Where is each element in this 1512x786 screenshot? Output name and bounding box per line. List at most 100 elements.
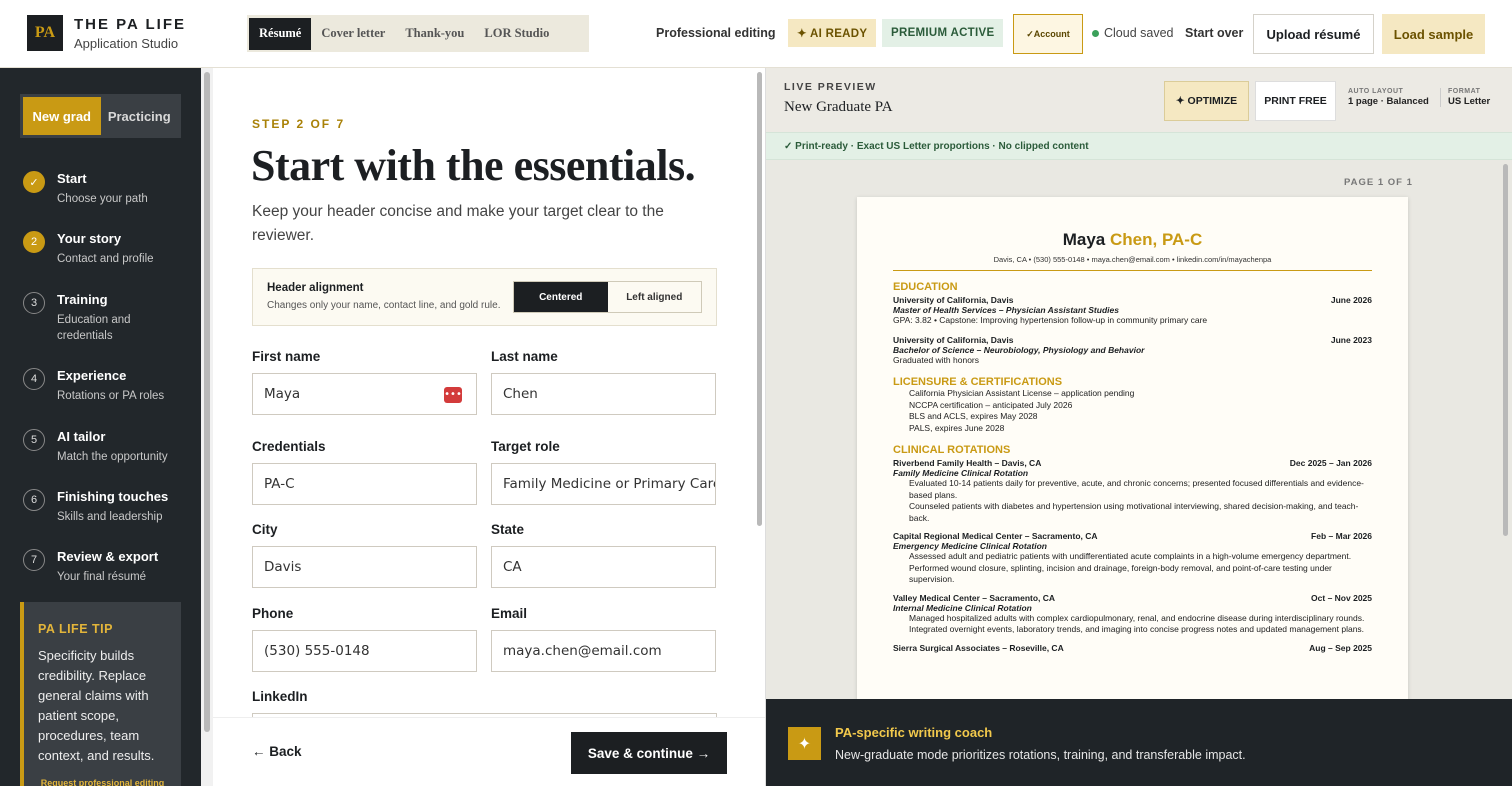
resume-degree: Bachelor of Science – Neurobiology, Phys… [893,344,1145,355]
state-label: State [491,522,525,537]
list-item: Evaluated 10-14 patients daily for preve… [909,478,1364,500]
upload-resume-button[interactable]: Upload résumé [1253,14,1374,54]
professional-editing-link[interactable]: Professional editing [656,14,775,52]
form-panel: STEP 2 OF 7 Start with the essentials. K… [213,68,765,786]
premium-active-badge: PREMIUM ACTIVE [882,19,1004,47]
form-scrollbar[interactable] [756,68,765,717]
mode-toggle: New grad Practicing [20,94,181,138]
request-editing-link[interactable]: Request professional editing [38,778,167,786]
print-free-button[interactable]: PRINT FREE [1255,81,1336,121]
document-tabs: Résumé Cover letter Thank-you LOR Studio [247,15,589,52]
list-item: Performed wound closure, splinting, inci… [909,562,1332,585]
top-bar: PA THE PA LIFE Application Studio Résumé… [0,0,1512,68]
header-alignment-card: Header alignment Changes only your name,… [252,268,717,326]
preview-label: LIVE PREVIEW [784,81,877,93]
brand-title: THE PA LIFE [74,16,186,33]
account-button[interactable]: ✓Account [1013,14,1083,54]
page-title: Start with the essentials. [251,141,696,190]
auto-layout-info: AUTO LAYOUT 1 page · Balanced [1348,88,1429,107]
tab-thank-you[interactable]: Thank-you [395,18,474,50]
check-icon: ✓ [23,171,45,193]
credentials-input[interactable]: PA-C [252,463,477,505]
credentials-label: Credentials [252,439,326,454]
list-item: NCCPA certification – anticipated July 2… [909,399,1073,410]
scrollbar-thumb[interactable] [1503,164,1508,536]
optimize-button[interactable]: ✦ OPTIMIZE [1164,81,1249,121]
step-subtitle: Contact and profile [57,253,154,265]
alignment-toggle: Centered Left aligned [513,281,702,313]
first-name-value: Maya [264,386,301,402]
last-name-label: Last name [491,349,558,364]
resume-section-heading: CLINICAL ROTATIONS [893,444,1011,456]
rotation-entry: Capital Regional Medical Center – Sacram… [893,531,1372,541]
intro-text: Keep your header concise and make your t… [252,203,664,244]
live-preview-panel: LIVE PREVIEW New Graduate PA ✦ OPTIMIZE … [765,68,1512,786]
step-indicator: STEP 2 OF 7 [252,117,346,131]
scrollbar-thumb[interactable] [204,72,210,732]
tab-cover-letter[interactable]: Cover letter [311,18,395,50]
city-label: City [252,522,278,537]
last-name-input[interactable]: Chen [491,373,716,415]
logo: PA [27,15,63,51]
resume-section-heading: LICENSURE & CERTIFICATIONS [893,376,1063,388]
phone-input[interactable]: (530) 555-0148 [252,630,477,672]
city-input[interactable]: Davis [252,546,477,588]
list-item: California Physician Assistant License –… [909,388,1135,398]
first-name-input[interactable]: Maya ••• [252,373,477,415]
state-input[interactable]: CA [491,546,716,588]
pa-life-tip: PA LIFE TIP Specificity builds credibili… [20,602,181,786]
step-title: Your story [57,231,122,246]
cloud-status-dot-icon [1092,30,1099,37]
align-left-button[interactable]: Left aligned [608,282,702,312]
resume-entry: University of California, Davis June 2023 [893,334,1372,345]
rotation-title: Internal Medicine Clinical Rotation [893,602,1032,613]
step-number: 5 [23,429,45,451]
step-subtitle: Choose your path [57,193,148,205]
back-button[interactable]: ← Back [252,744,302,759]
step-number: 6 [23,489,45,511]
step-subtitle: Match the opportunity [57,451,168,463]
resume-note: Graduated with honors [893,354,979,365]
start-over-button[interactable]: Start over [1185,14,1243,52]
rotation-entry: Sierra Surgical Associates – Roseville, … [893,642,1372,653]
list-item: Assessed adult and pediatric patients wi… [909,551,1352,561]
tab-lor-studio[interactable]: LOR Studio [474,18,559,50]
step-title: Start [57,171,87,186]
alignment-title: Header alignment [267,282,364,294]
step-number: 2 [23,231,45,253]
step-subtitle: Skills and leadership [57,511,163,523]
align-centered-button[interactable]: Centered [514,282,608,312]
sparkle-icon: ✦ [788,727,821,760]
autofill-icon[interactable]: ••• [444,387,462,403]
linkedin-label: LinkedIn [252,689,308,704]
email-input[interactable]: maya.chen@email.com [491,630,716,672]
preview-title: New Graduate PA [784,99,893,115]
mode-new-grad[interactable]: New grad [23,97,101,135]
sidebar-scrollbar[interactable] [201,68,213,786]
preview-scrollbar[interactable] [1502,160,1512,699]
cloud-saved-status: Cloud saved [1104,26,1174,40]
list-item: Counseled patients with diabetes and hyp… [909,501,1359,523]
step-title: AI tailor [57,429,106,444]
resume-entry: University of California, Davis June 2026 [893,295,1372,305]
save-continue-button[interactable]: Save & continue → [571,732,727,774]
tip-heading: PA LIFE TIP [38,622,113,636]
resume-note: GPA: 3.82 • Capstone: Improving hyperten… [893,315,1208,325]
step-title: Finishing touches [57,489,169,504]
load-sample-button[interactable]: Load sample [1382,14,1485,54]
preview-header: LIVE PREVIEW New Graduate PA ✦ OPTIMIZE … [766,68,1512,132]
list-item: BLS and ACLS, expires May 2028 [909,411,1038,421]
target-role-input[interactable]: Family Medicine or Primary Care [491,463,716,505]
list-item: PALS, expires June 2028 [909,422,1005,433]
scrollbar-thumb[interactable] [757,72,762,526]
brand-subtitle: Application Studio [74,36,179,51]
tab-resume[interactable]: Résumé [249,17,312,50]
target-role-label: Target role [491,439,560,454]
writing-coach-bar: ✦ PA-specific writing coach New-graduate… [766,699,1512,786]
list-item: Integrated overnight events, laboratory … [909,624,1365,634]
resume-degree: Master of Health Services – Physician As… [893,305,1119,315]
step-title: Review & export [57,549,159,564]
mode-practicing[interactable]: Practicing [101,97,179,135]
rotation-entry: Valley Medical Center – Sacramento, CA Oc… [893,592,1372,603]
alignment-subtitle: Changes only your name, contact line, an… [267,300,501,311]
